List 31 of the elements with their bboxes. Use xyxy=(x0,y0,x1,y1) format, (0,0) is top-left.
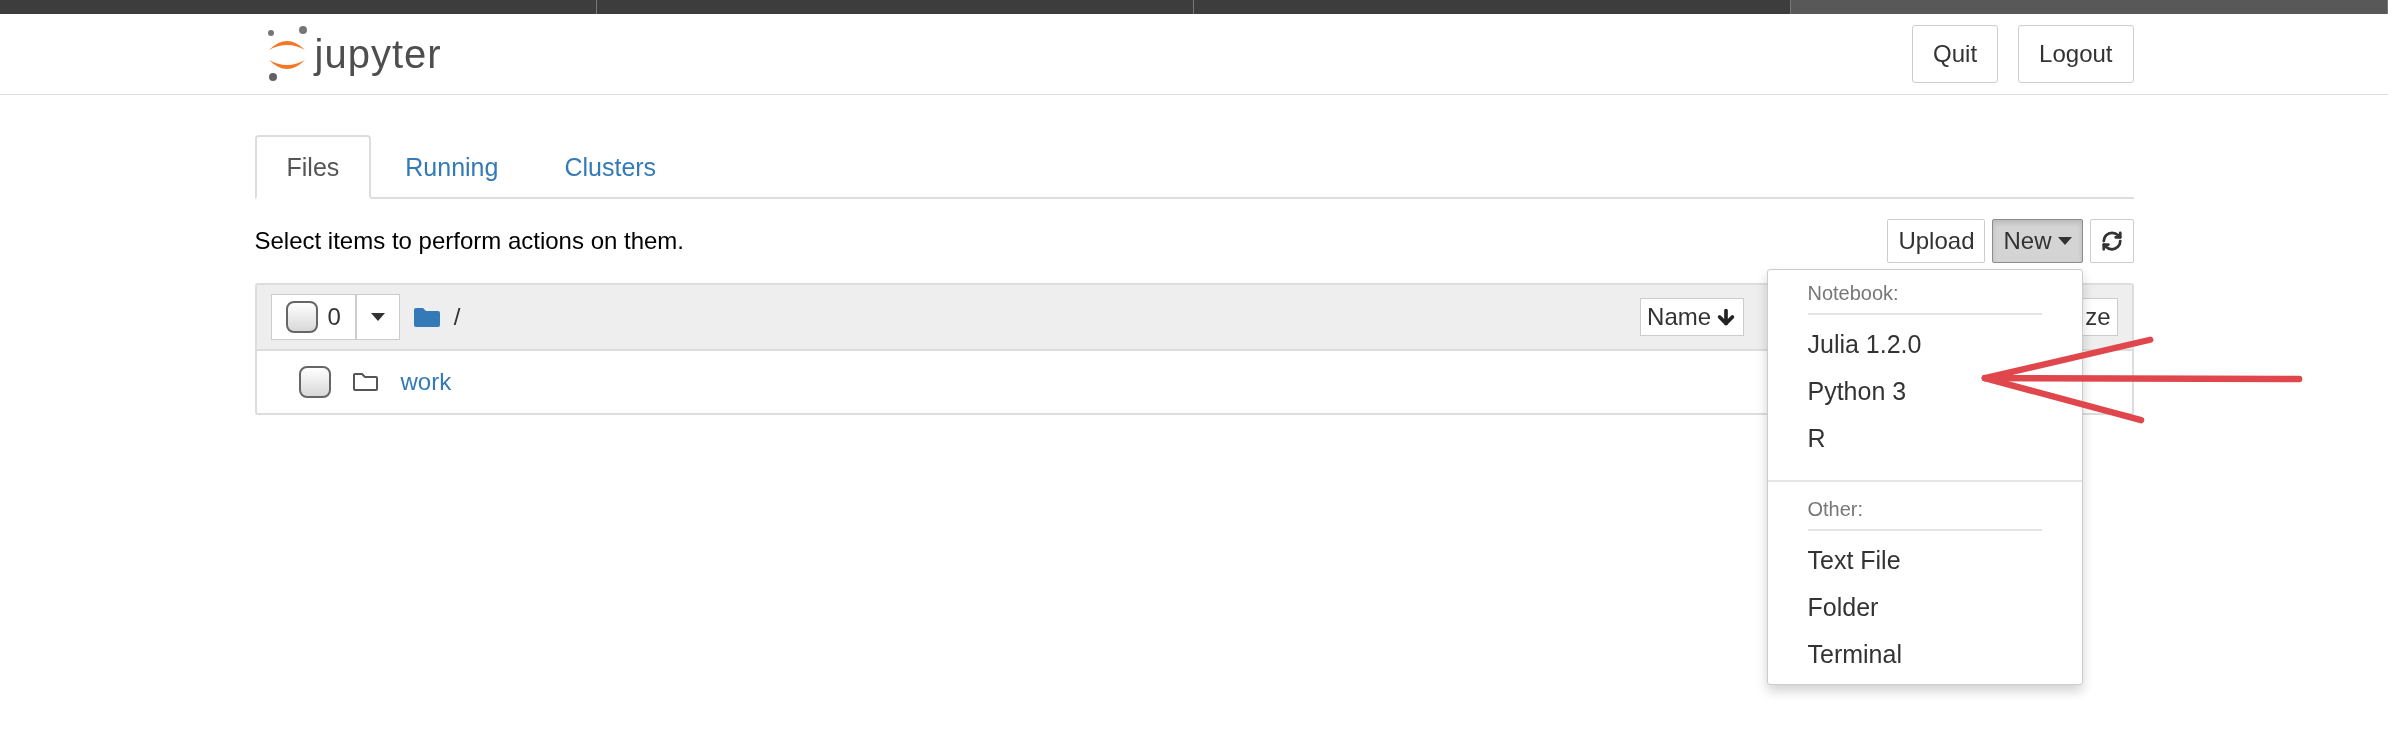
selected-count: 0 xyxy=(327,303,341,331)
caret-icon xyxy=(370,313,385,321)
breadcrumb-path: / xyxy=(453,303,461,331)
menu-header: Other: xyxy=(1807,492,2042,531)
header-button[interactable]: Quit xyxy=(1912,25,1999,83)
refresh-button[interactable] xyxy=(2089,219,2134,263)
folder-icon xyxy=(413,307,440,327)
menu-header: Notebook: xyxy=(1807,276,2042,315)
folder-icon xyxy=(352,372,379,392)
refresh-icon xyxy=(2100,230,2123,252)
new-button[interactable]: New xyxy=(1992,219,2083,263)
tab[interactable]: Running xyxy=(373,135,531,199)
brand-name: jupyter xyxy=(314,31,442,77)
checkbox[interactable] xyxy=(298,366,331,398)
select-all-button[interactable]: 0 xyxy=(270,294,356,340)
header-button[interactable]: Logout xyxy=(2018,25,2134,83)
select-menu-button[interactable] xyxy=(355,294,400,340)
tab[interactable]: Clusters xyxy=(532,135,689,199)
sort-button[interactable]: Name xyxy=(1640,298,1745,336)
file-link[interactable]: work xyxy=(400,368,452,396)
menu-item[interactable]: Folder xyxy=(1807,584,1879,631)
menu-item[interactable]: R xyxy=(1807,415,1826,462)
menu-item[interactable]: Text File xyxy=(1807,537,1901,584)
checkbox[interactable] xyxy=(285,301,318,333)
upload-button[interactable]: Upload xyxy=(1887,219,1986,263)
caret-icon xyxy=(2057,237,2072,245)
menu-item[interactable]: Terminal xyxy=(1807,631,1902,678)
tab[interactable]: Files xyxy=(254,135,372,199)
hint-text: Select items to perform actions on them. xyxy=(254,227,684,255)
menu-item[interactable]: Julia 1.2.0 xyxy=(1807,321,1922,368)
menu-item[interactable]: Python 3 xyxy=(1807,368,1907,415)
